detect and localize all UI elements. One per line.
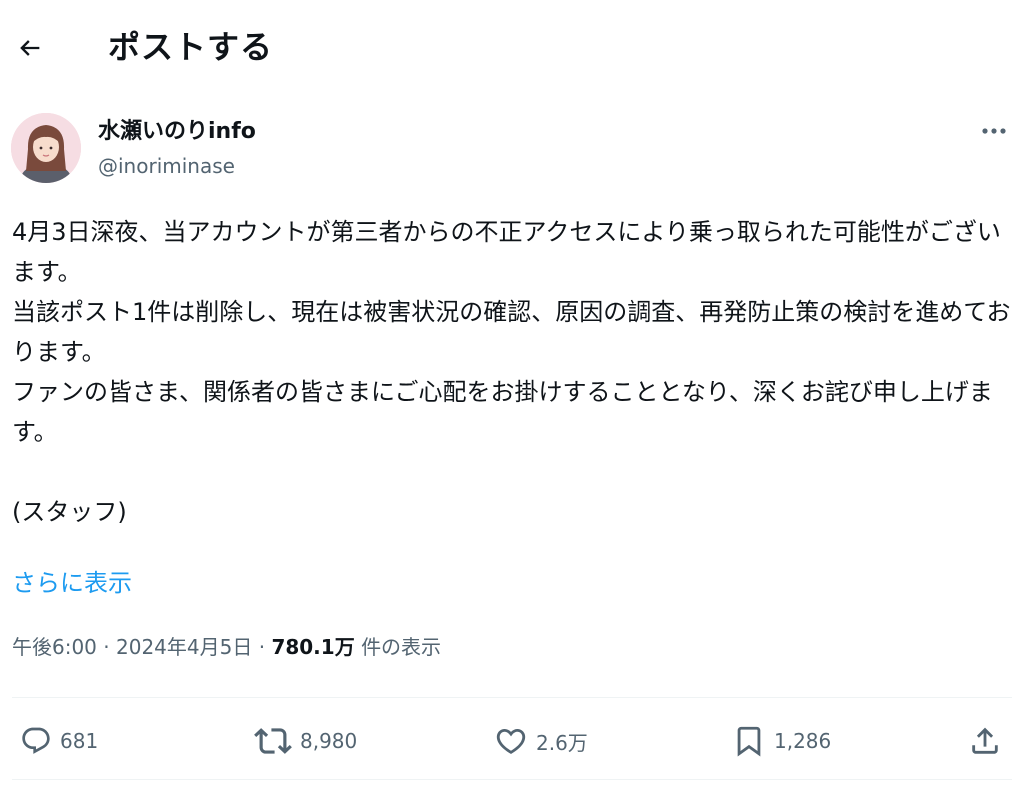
tweet-metadata: 午後6:00 · 2024年4月5日 · 780.1万 件の表示 <box>12 630 441 664</box>
meta-separator: · <box>103 635 110 659</box>
like-button[interactable]: 2.6万 <box>494 721 588 761</box>
retweet-icon <box>254 728 292 754</box>
avatar-image <box>11 113 81 183</box>
bookmark-count: 1,286 <box>774 729 832 753</box>
meta-separator: · <box>258 635 266 659</box>
bookmark-icon <box>737 726 761 757</box>
share-button[interactable] <box>968 721 1002 761</box>
avatar[interactable] <box>11 113 81 183</box>
bookmark-button[interactable]: 1,286 <box>732 721 831 761</box>
tweet-date[interactable]: 2024年4月5日 <box>116 635 252 659</box>
reply-button[interactable]: 681 <box>20 721 98 761</box>
divider <box>12 697 1012 698</box>
more-options-button[interactable] <box>974 116 1014 146</box>
retweet-button[interactable]: 8,980 <box>254 721 357 761</box>
arrow-left-icon <box>20 40 40 56</box>
views-label: 件の表示 <box>361 635 442 659</box>
reply-count: 681 <box>60 729 99 753</box>
reply-icon <box>22 727 50 754</box>
action-bar: 681 8,980 2.6万 1,286 <box>0 711 1024 771</box>
author-row: 水瀬いのりinfo @inoriminase <box>0 108 1024 188</box>
heart-icon <box>496 728 526 754</box>
tweet-text: 4月3日深夜、当アカウントが第三者からの不正アクセスにより乗っ取られた可能性がご… <box>12 218 1011 526</box>
show-more-link[interactable]: さらに表示 <box>12 563 132 603</box>
author-handle[interactable]: @inoriminase <box>98 152 235 180</box>
page-title: ポストする <box>108 28 274 66</box>
share-icon <box>972 727 998 754</box>
like-count: 2.6万 <box>536 730 588 755</box>
back-button[interactable] <box>10 28 50 68</box>
ellipsis-icon <box>982 128 1006 134</box>
views-count: 780.1万 <box>271 635 355 659</box>
divider <box>12 779 1012 780</box>
author-display-name[interactable]: 水瀬いのりinfo <box>98 117 256 147</box>
tweet-time[interactable]: 午後6:00 <box>12 635 97 659</box>
top-bar: ポストする <box>0 0 1024 96</box>
retweet-count: 8,980 <box>300 729 358 753</box>
